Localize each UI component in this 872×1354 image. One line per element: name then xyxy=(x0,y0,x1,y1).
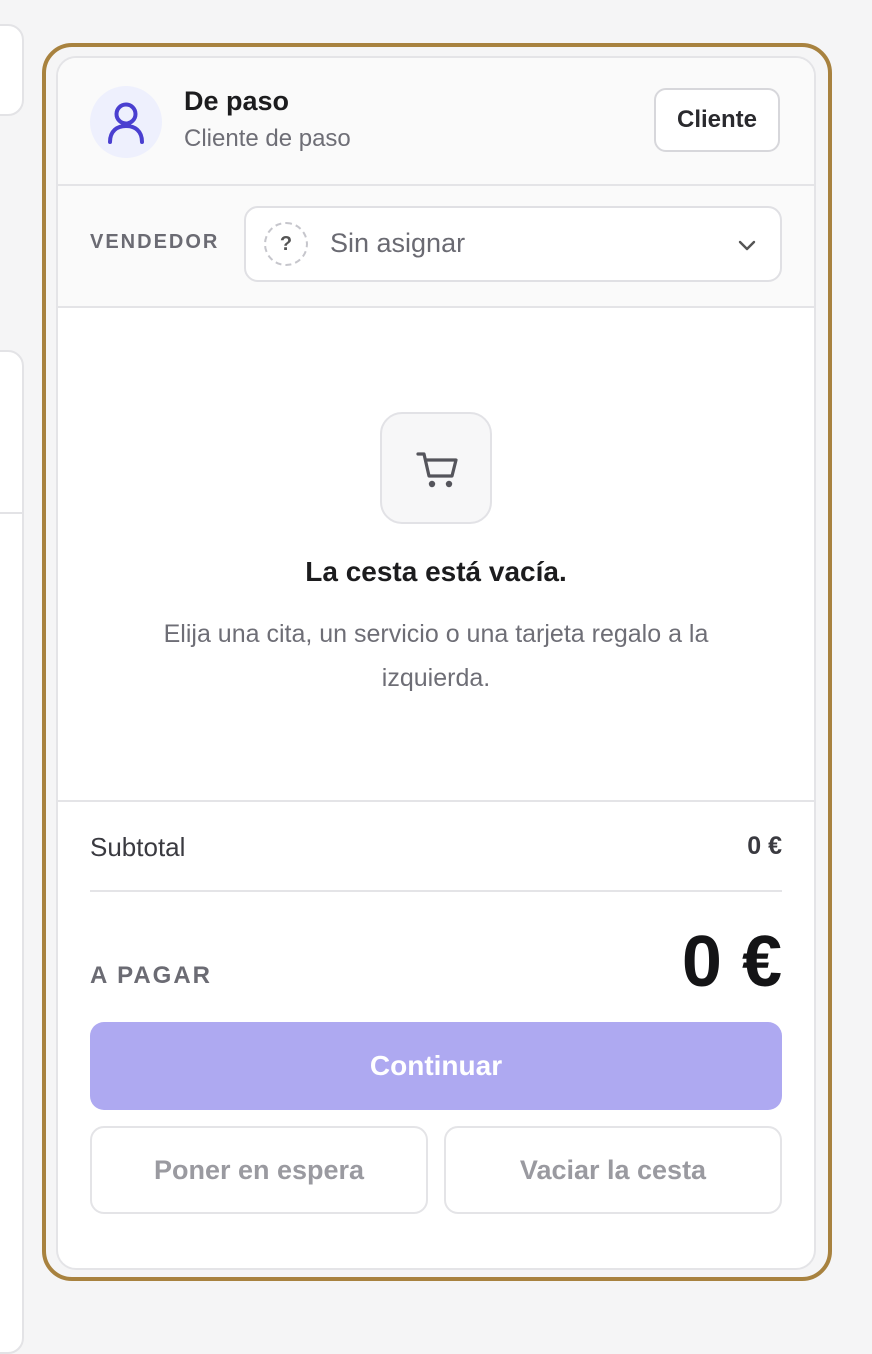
subtotal-label: Subtotal xyxy=(90,832,186,862)
hold-button[interactable]: Poner en espera xyxy=(90,1126,428,1214)
subtotal-value: 0 € xyxy=(747,832,782,860)
vendor-section: VENDEDOR ? Sin asignar xyxy=(58,186,814,308)
vendor-selected-value: Sin asignar xyxy=(330,228,466,258)
checkout-panel: De paso Cliente de paso Cliente VENDEDOR… xyxy=(56,56,816,1270)
customer-name: De paso xyxy=(184,86,290,116)
cart-icon xyxy=(380,412,492,524)
summary-divider xyxy=(90,890,782,892)
vendor-select[interactable]: ? Sin asignar xyxy=(244,206,782,282)
vendor-label: VENDEDOR xyxy=(90,231,220,253)
clear-cart-button[interactable]: Vaciar la cesta xyxy=(444,1126,782,1214)
question-mark-icon: ? xyxy=(264,222,308,266)
chevron-down-icon xyxy=(738,240,756,251)
user-icon xyxy=(90,86,162,158)
cart-empty-state: La cesta está vacía. Elija una cita, un … xyxy=(58,308,814,802)
background-card xyxy=(0,350,24,1354)
to-pay-value: 0 € xyxy=(681,922,782,1002)
background-card xyxy=(0,24,24,116)
to-pay-label: A PAGAR xyxy=(90,962,212,989)
customer-subtitle: Cliente de paso xyxy=(184,125,351,152)
empty-cart-title: La cesta está vacía. xyxy=(305,556,567,587)
empty-cart-description: Elija una cita, un servicio o una tarjet… xyxy=(163,620,709,692)
customer-section: De paso Cliente de paso Cliente xyxy=(58,58,814,186)
continue-button[interactable]: Continuar xyxy=(90,1022,782,1110)
select-customer-button[interactable]: Cliente xyxy=(654,88,780,152)
